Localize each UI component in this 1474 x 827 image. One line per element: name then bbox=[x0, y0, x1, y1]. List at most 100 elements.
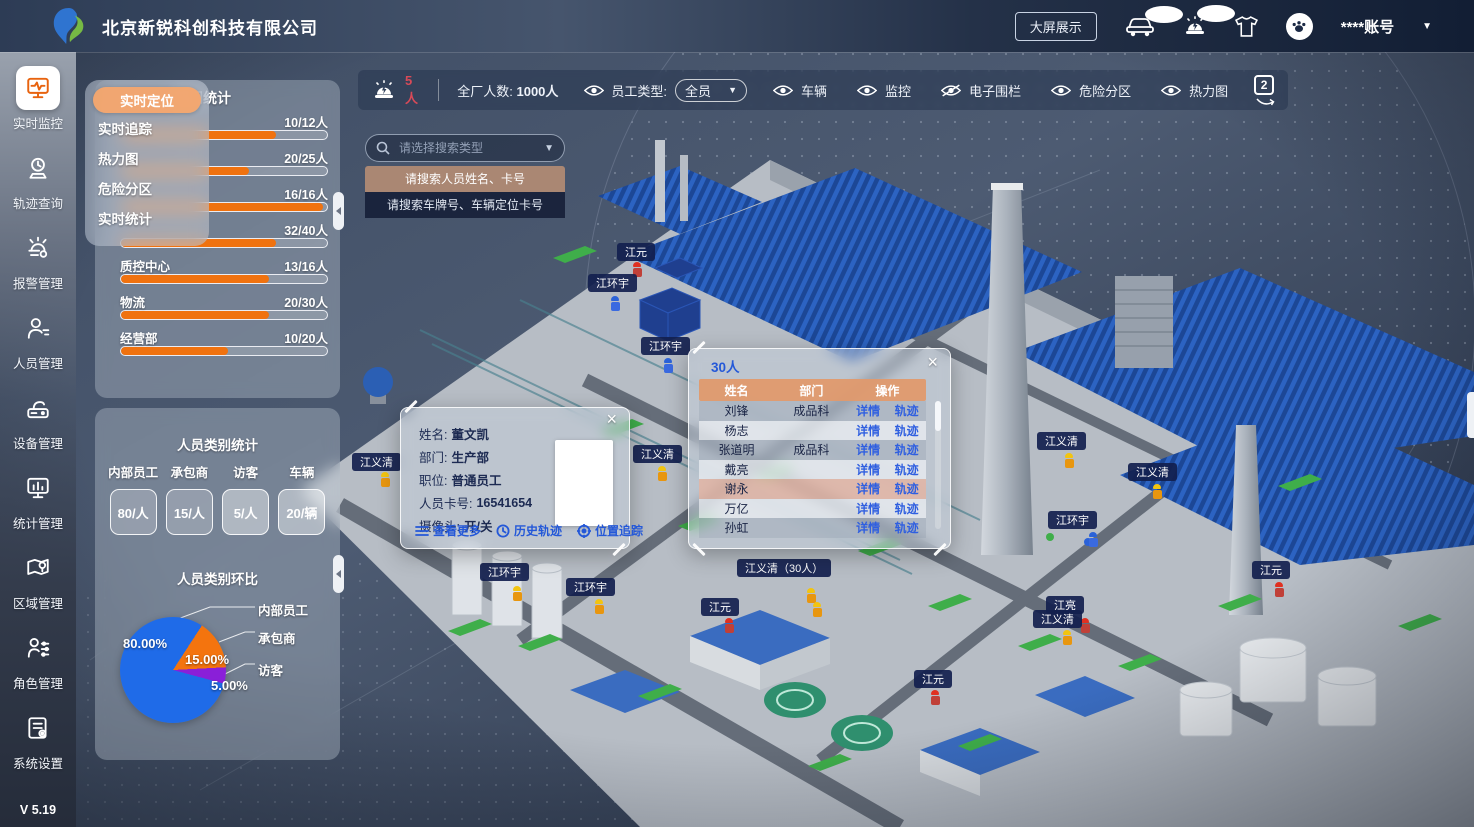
sidebar-item-9[interactable]: 系统设置 bbox=[13, 706, 63, 772]
table-row[interactable]: 戴亮详情轨迹 bbox=[699, 460, 926, 480]
detail-link[interactable]: 详情 bbox=[856, 480, 880, 497]
sidebar-item-8[interactable]: 角色管理 bbox=[13, 626, 63, 692]
worker-figure[interactable] bbox=[1062, 630, 1072, 645]
paw-account-icon[interactable] bbox=[1286, 13, 1313, 40]
person-map-label[interactable]: 江环宇 bbox=[566, 578, 615, 596]
table-scrollbar[interactable] bbox=[935, 401, 941, 529]
account-label[interactable]: ****账号 bbox=[1341, 16, 1394, 37]
table-row[interactable]: 谢永详情轨迹 bbox=[699, 479, 926, 499]
right-edge-panel-handle[interactable] bbox=[1467, 392, 1474, 438]
close-icon[interactable]: × bbox=[927, 353, 938, 371]
search-input[interactable] bbox=[397, 140, 537, 156]
category-value-box[interactable]: 15/人 bbox=[166, 489, 213, 535]
table-row[interactable]: 杨志详情轨迹 bbox=[699, 421, 926, 441]
person-map-label[interactable]: 江元 bbox=[617, 243, 655, 261]
track-link[interactable]: 轨迹 bbox=[895, 519, 919, 536]
alarm-siren-icon[interactable] bbox=[372, 79, 396, 102]
layer-toggle-1[interactable]: 车辆 bbox=[773, 81, 827, 100]
detail-link[interactable]: 详情 bbox=[856, 422, 880, 439]
worker-figure[interactable] bbox=[1088, 532, 1098, 547]
worker-figure[interactable] bbox=[1274, 582, 1284, 597]
table-row[interactable]: 孙虹详情轨迹 bbox=[699, 518, 926, 538]
detail-link[interactable]: 详情 bbox=[856, 402, 880, 419]
search-option-1[interactable]: 请搜索人员姓名、卡号 bbox=[365, 166, 565, 192]
person-map-label[interactable]: 江元 bbox=[914, 670, 952, 688]
category-value-box[interactable]: 5/人 bbox=[222, 489, 269, 535]
vehicle-monitor-icon[interactable] bbox=[1125, 16, 1155, 37]
employee-type-select[interactable]: 全员 ▼ bbox=[675, 79, 747, 102]
big-screen-button[interactable]: 大屏展示 bbox=[1015, 12, 1097, 41]
sidebar-item-2[interactable]: 轨迹查询 bbox=[13, 146, 63, 212]
person-map-label[interactable]: 江义清 bbox=[1033, 610, 1082, 628]
submenu-item-2[interactable]: 实时追踪 bbox=[85, 113, 209, 143]
worker-figure[interactable] bbox=[380, 472, 390, 487]
worker-figure[interactable] bbox=[1152, 484, 1162, 499]
category-panel-collapse-handle[interactable] bbox=[333, 555, 344, 593]
sidebar-item-6[interactable]: 统计管理 bbox=[13, 466, 63, 532]
worker-figure[interactable] bbox=[724, 618, 734, 633]
sidebar-item-5[interactable]: 设备管理 bbox=[13, 386, 63, 452]
person-map-label[interactable]: 江义清 bbox=[352, 453, 401, 471]
worker-figure[interactable] bbox=[930, 690, 940, 705]
table-row[interactable]: 刘锋成品科详情轨迹 bbox=[699, 401, 926, 421]
alarm-monitor-icon[interactable] bbox=[1183, 15, 1207, 38]
layer-toggle-2[interactable]: 监控 bbox=[857, 81, 911, 100]
sidebar-item-1[interactable]: 实时监控 bbox=[13, 66, 63, 132]
worker-figure[interactable] bbox=[512, 586, 522, 601]
locate-track-link[interactable]: 位置追踪 bbox=[577, 522, 643, 539]
worker-figure[interactable] bbox=[594, 599, 604, 614]
submenu-item-3[interactable]: 热力图 bbox=[85, 143, 209, 173]
shirt-icon[interactable] bbox=[1235, 16, 1258, 37]
track-link[interactable]: 轨迹 bbox=[895, 461, 919, 478]
worker-figure[interactable] bbox=[812, 602, 822, 617]
track-link[interactable]: 轨迹 bbox=[895, 480, 919, 497]
detail-link[interactable]: 详情 bbox=[856, 441, 880, 458]
track-link[interactable]: 轨迹 bbox=[895, 500, 919, 517]
detail-link[interactable]: 详情 bbox=[856, 500, 880, 517]
search-type-field[interactable]: ▼ bbox=[365, 134, 565, 162]
worker-figure[interactable] bbox=[806, 588, 816, 603]
employee-type-eye-icon[interactable] bbox=[584, 84, 604, 97]
scrollbar-thumb[interactable] bbox=[935, 401, 941, 431]
worker-figure[interactable] bbox=[663, 358, 673, 373]
person-map-label[interactable]: 江义清 bbox=[633, 445, 682, 463]
table-row[interactable]: 张道明成品科详情轨迹 bbox=[699, 440, 926, 460]
person-map-label[interactable]: 江环宇 bbox=[641, 337, 690, 355]
department-panel-collapse-handle[interactable] bbox=[333, 192, 344, 230]
layer-toggle-5[interactable]: 热力图 bbox=[1161, 81, 1228, 100]
person-map-label[interactable]: 江义清 bbox=[1128, 463, 1177, 481]
detail-link[interactable]: 详情 bbox=[856, 519, 880, 536]
sidebar-item-4[interactable]: 人员管理 bbox=[13, 306, 63, 372]
person-map-label[interactable]: 江环宇 bbox=[480, 563, 529, 581]
category-value-box[interactable]: 20/辆 bbox=[278, 489, 325, 535]
layer-toggle-4[interactable]: 危险分区 bbox=[1051, 81, 1131, 100]
category-value-box[interactable]: 80/人 bbox=[110, 489, 157, 535]
sidebar-item-7[interactable]: 区域管理 bbox=[13, 546, 63, 612]
view-more-link[interactable]: 查看更多 bbox=[415, 522, 481, 539]
detail-link[interactable]: 详情 bbox=[856, 461, 880, 478]
person-map-label[interactable]: 江义清 bbox=[1037, 432, 1086, 450]
worker-figure[interactable] bbox=[610, 296, 620, 311]
sidebar-item-3[interactable]: 报警管理 bbox=[13, 226, 63, 292]
submenu-item-1[interactable]: 实时定位 bbox=[93, 87, 201, 113]
table-row[interactable]: 万亿详情轨迹 bbox=[699, 499, 926, 519]
submenu-item-4[interactable]: 危险分区 bbox=[85, 173, 209, 203]
worker-figure[interactable] bbox=[657, 466, 667, 481]
search-option-2[interactable]: 请搜索车牌号、车辆定位卡号 bbox=[365, 192, 565, 218]
track-link[interactable]: 轨迹 bbox=[895, 422, 919, 439]
account-caret-icon[interactable]: ▼ bbox=[1422, 21, 1432, 32]
worker-figure[interactable] bbox=[1064, 453, 1074, 468]
person-map-label[interactable]: 江元 bbox=[1252, 561, 1290, 579]
alarm-count[interactable]: 5人 bbox=[405, 73, 420, 107]
submenu-item-5[interactable]: 实时统计 bbox=[85, 203, 209, 233]
track-link[interactable]: 轨迹 bbox=[895, 441, 919, 458]
person-map-label[interactable]: 江元 bbox=[701, 598, 739, 616]
person-map-label[interactable]: 江环宇 bbox=[1048, 511, 1097, 529]
person-map-label[interactable]: 江义清（30人） bbox=[737, 559, 831, 577]
layer-toggle-3[interactable]: 电子围栏 bbox=[941, 81, 1021, 100]
person-map-label[interactable]: 江环宇 bbox=[588, 274, 637, 292]
history-track-link[interactable]: 历史轨迹 bbox=[496, 522, 562, 539]
track-link[interactable]: 轨迹 bbox=[895, 402, 919, 419]
floor-switch[interactable]: 2 bbox=[1254, 75, 1274, 105]
close-icon[interactable]: × bbox=[606, 410, 617, 428]
